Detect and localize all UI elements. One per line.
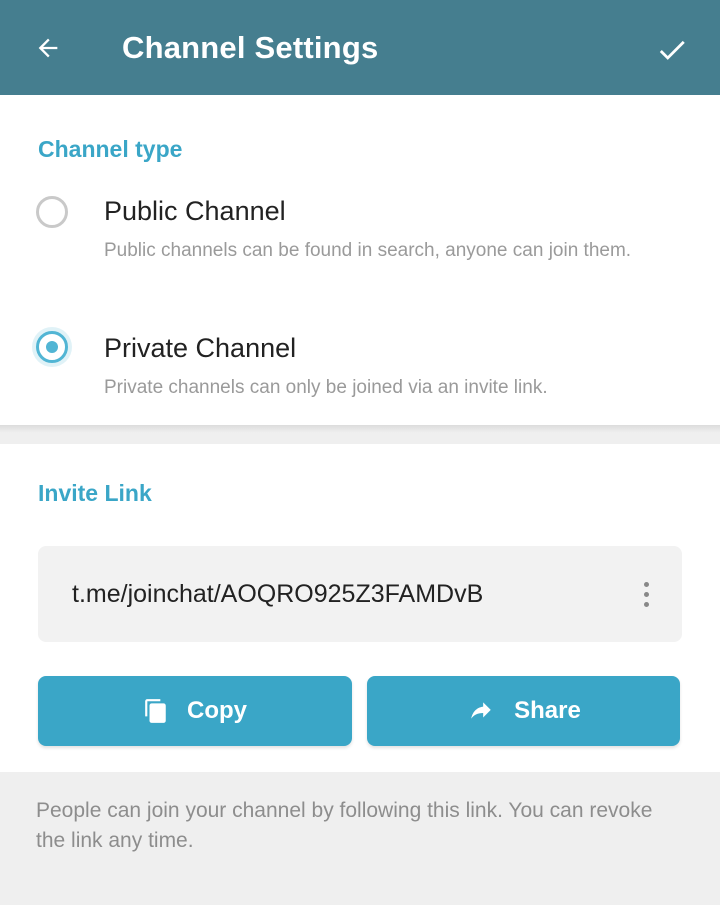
public-channel-radio[interactable] (36, 196, 68, 228)
share-label: Share (514, 697, 581, 724)
copy-label: Copy (187, 697, 247, 724)
section-divider (0, 425, 720, 444)
private-channel-description: Private channels can only be joined via … (104, 377, 548, 398)
copy-icon (145, 699, 166, 723)
back-button[interactable] (28, 28, 68, 68)
confirm-button[interactable] (650, 28, 694, 72)
more-options-icon[interactable] (636, 574, 656, 614)
invite-link-footer: People can join your channel by followin… (36, 799, 653, 852)
channel-type-header: Channel type (38, 136, 183, 162)
checkmark-icon (659, 40, 685, 60)
page-title: Channel Settings (122, 30, 379, 65)
invite-link-text[interactable]: t.me/joinchat/AOQRO925Z3FAMDvB (72, 580, 483, 609)
arrow-left-icon (38, 38, 58, 58)
private-channel-radio[interactable] (36, 331, 68, 363)
public-channel-description: Public channels can be found in search, … (104, 240, 632, 261)
invite-link-field[interactable]: t.me/joinchat/AOQRO925Z3FAMDvB (38, 546, 682, 642)
invite-link-header: Invite Link (38, 480, 152, 506)
private-channel-title[interactable]: Private Channel (104, 333, 296, 364)
copy-button[interactable]: Copy (38, 676, 352, 746)
public-channel-title[interactable]: Public Channel (104, 196, 286, 227)
share-arrow-icon (471, 702, 491, 719)
share-button[interactable]: Share (367, 676, 680, 746)
app-bar: Channel Settings (0, 0, 720, 95)
